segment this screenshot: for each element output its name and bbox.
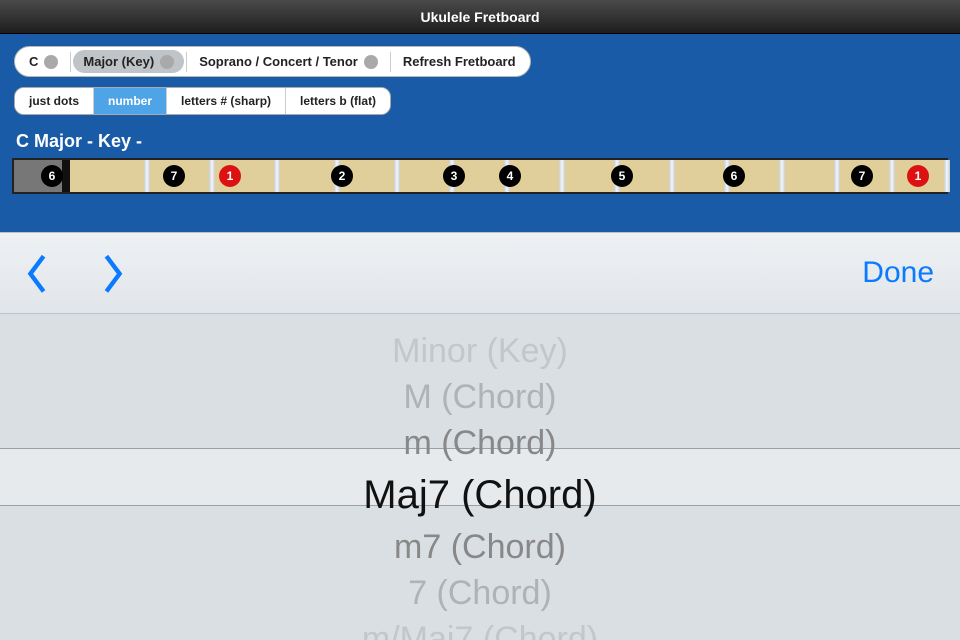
fretboard-container: 6 7 1 2 3 4 5 6 7 1 xyxy=(0,158,960,194)
fret-line xyxy=(209,160,215,192)
scale-heading: C Major - Key - xyxy=(0,127,960,158)
fret-line xyxy=(944,160,950,192)
fret-line xyxy=(669,160,675,192)
note-dot: 7 xyxy=(163,165,185,187)
fret-line xyxy=(779,160,785,192)
picker-option[interactable]: Maj7 (Chord) xyxy=(363,466,596,524)
note-dot: 6 xyxy=(41,165,63,187)
fret-line xyxy=(559,160,565,192)
picker-toolbar: Done xyxy=(0,232,960,314)
mode-picker[interactable]: Major (Key) xyxy=(73,50,184,73)
picker-option[interactable]: 7 (Chord) xyxy=(408,570,552,616)
config-pill-row: C Major (Key) Soprano / Concert / Tenor … xyxy=(14,46,531,77)
picker-wheel[interactable]: Minor (Key)M (Chord)m (Chord)Maj7 (Chord… xyxy=(0,314,960,640)
toolbar: C Major (Key) Soprano / Concert / Tenor … xyxy=(0,34,960,127)
picker-option[interactable]: m7 (Chord) xyxy=(394,524,566,570)
nav-arrows xyxy=(26,254,124,292)
app-title: Ukulele Fretboard xyxy=(0,0,960,34)
note-picker-label: C xyxy=(29,54,38,69)
picker-option[interactable]: Minor (Key) xyxy=(392,328,568,374)
refresh-button-label: Refresh Fretboard xyxy=(403,54,516,69)
tuning-picker[interactable]: Soprano / Concert / Tenor xyxy=(189,50,388,73)
fret-line xyxy=(394,160,400,192)
note-dot: 4 xyxy=(499,165,521,187)
note-dot: 5 xyxy=(611,165,633,187)
note-dot: 2 xyxy=(331,165,353,187)
note-dot: 1 xyxy=(219,165,241,187)
note-dot: 1 xyxy=(907,165,929,187)
fret-line xyxy=(144,160,150,192)
display-mode-letters-b-flat-[interactable]: letters b (flat) xyxy=(286,88,390,114)
display-mode-number[interactable]: number xyxy=(94,88,167,114)
mode-picker-label: Major (Key) xyxy=(83,54,154,69)
divider xyxy=(390,52,391,72)
note-dot: 3 xyxy=(443,165,465,187)
prev-button[interactable] xyxy=(26,254,48,292)
dropdown-dot-icon xyxy=(364,55,378,69)
done-button[interactable]: Done xyxy=(862,256,934,290)
picker-option[interactable]: M (Chord) xyxy=(403,374,556,420)
fretboard[interactable]: 6 7 1 2 3 4 5 6 7 1 xyxy=(12,158,948,194)
chevron-left-icon xyxy=(26,254,48,294)
display-mode-just-dots[interactable]: just dots xyxy=(15,88,94,114)
tuning-picker-label: Soprano / Concert / Tenor xyxy=(199,54,358,69)
fret-line xyxy=(889,160,895,192)
fret-line xyxy=(274,160,280,192)
picker-option[interactable]: m (Chord) xyxy=(403,420,556,466)
display-mode-letters-sharp-[interactable]: letters # (sharp) xyxy=(167,88,286,114)
display-mode-segmented: just dotsnumberletters # (sharp)letters … xyxy=(14,87,391,115)
chevron-right-icon xyxy=(102,254,124,294)
picker-option[interactable]: m/Maj7 (Chord) xyxy=(362,616,598,640)
note-dot: 7 xyxy=(851,165,873,187)
next-button[interactable] xyxy=(102,254,124,292)
divider xyxy=(70,52,71,72)
dropdown-dot-icon xyxy=(160,55,174,69)
refresh-button[interactable]: Refresh Fretboard xyxy=(393,50,526,73)
picker-options: Minor (Key)M (Chord)m (Chord)Maj7 (Chord… xyxy=(0,314,960,640)
fret-line xyxy=(834,160,840,192)
dropdown-dot-icon xyxy=(44,55,58,69)
note-picker[interactable]: C xyxy=(19,50,68,73)
note-dot: 6 xyxy=(723,165,745,187)
divider xyxy=(186,52,187,72)
